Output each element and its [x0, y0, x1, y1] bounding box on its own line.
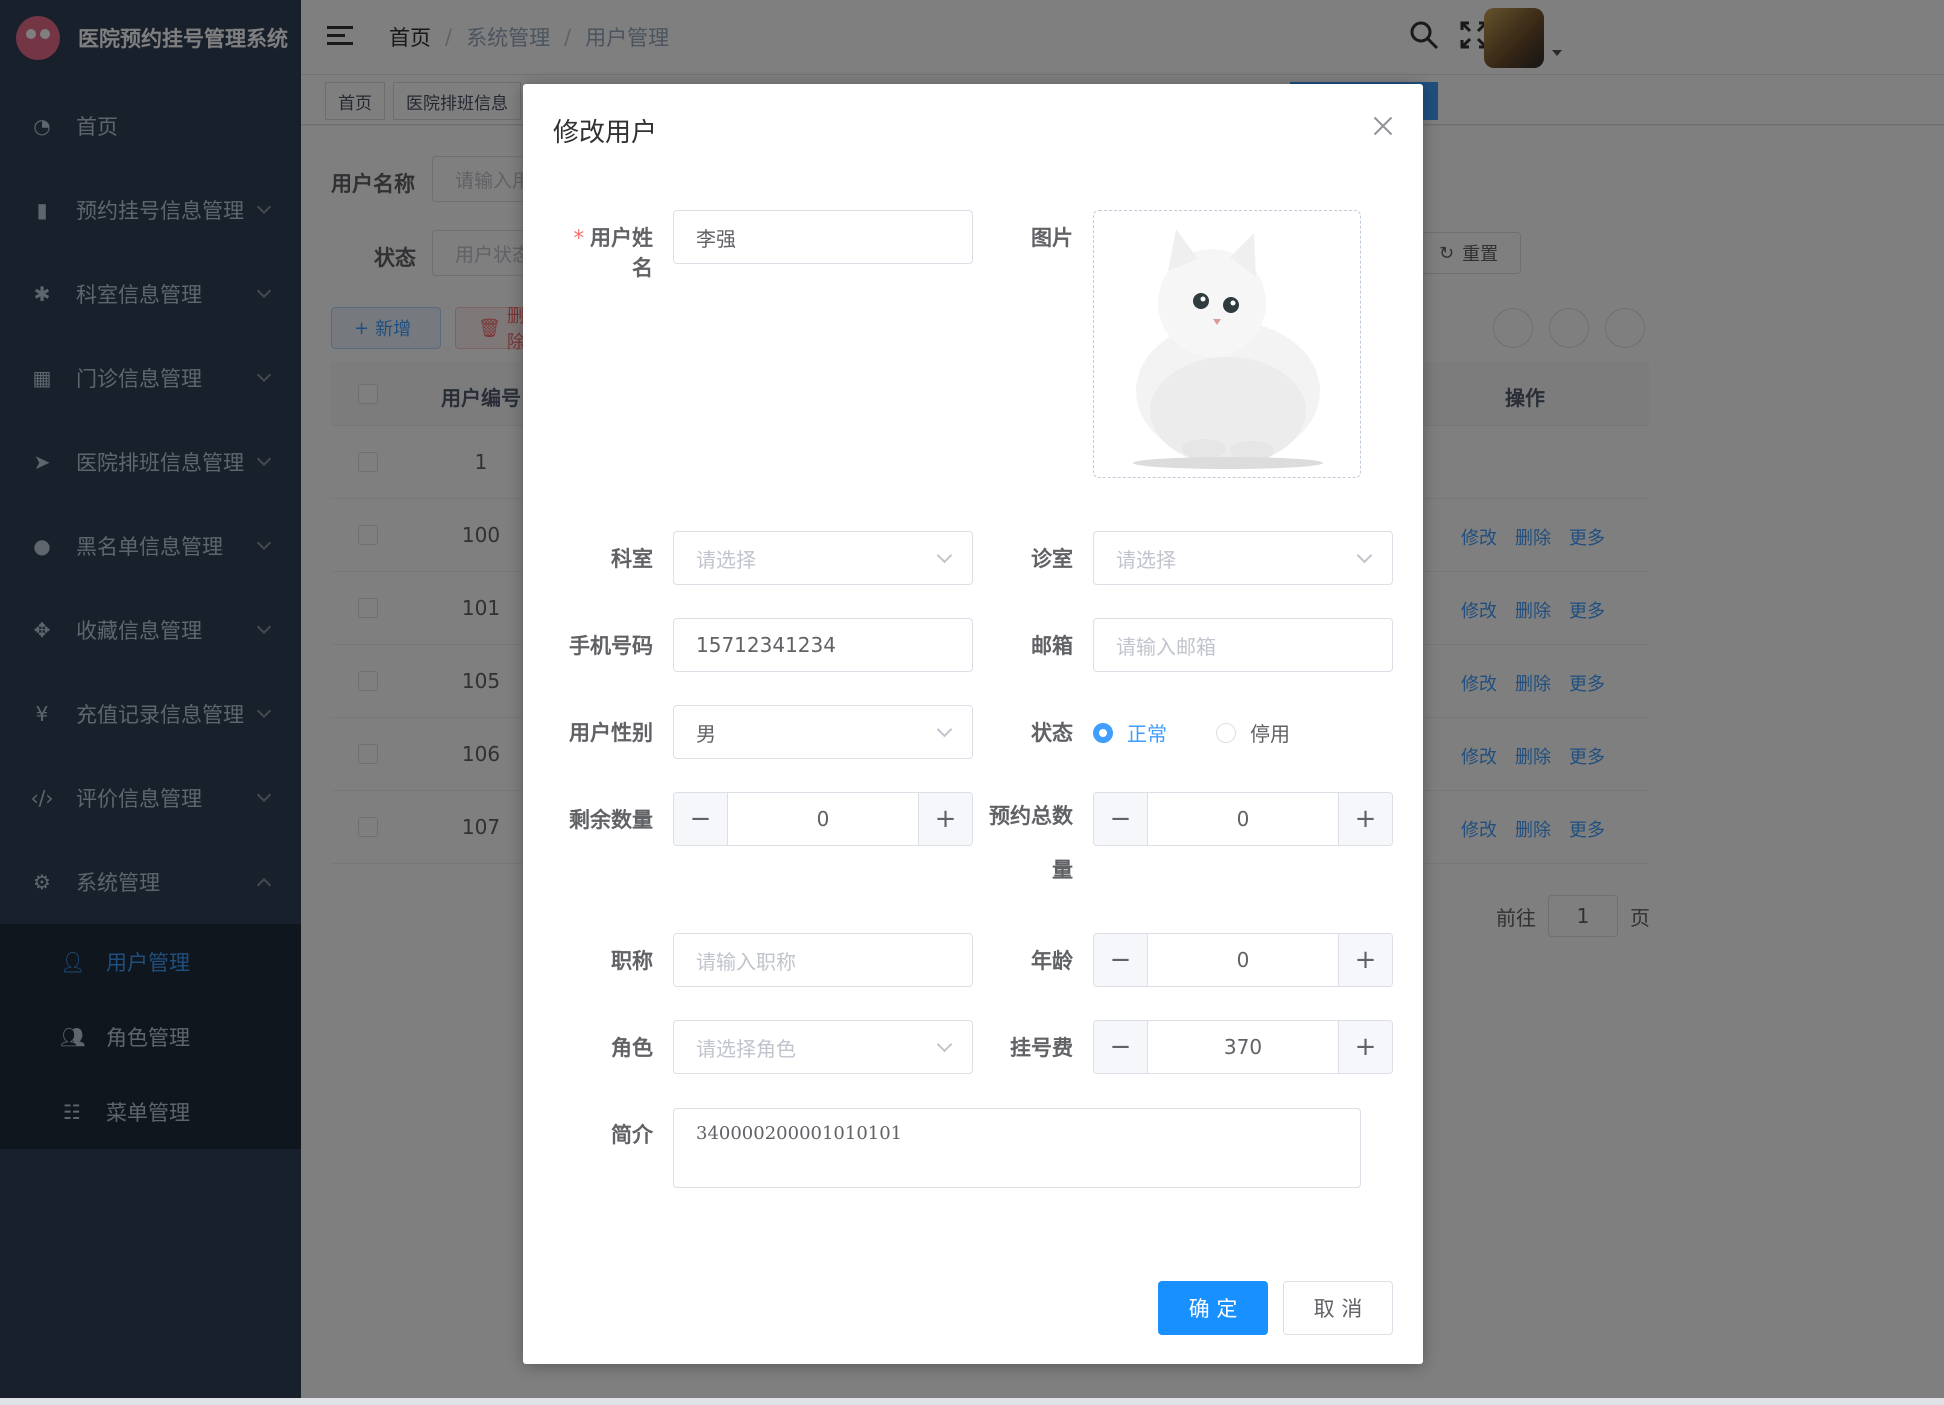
dept-label: 科室 — [553, 543, 653, 573]
job-title-input[interactable]: 请输入职称 — [673, 933, 973, 987]
chevron-down-icon — [936, 1036, 953, 1053]
chevron-down-icon — [936, 547, 953, 564]
name-label: * 用户姓名 — [573, 226, 654, 280]
stepper-value: 370 — [1223, 1035, 1263, 1059]
placeholder: 请选择 — [696, 547, 756, 572]
chevron-down-icon — [1356, 547, 1373, 564]
total-label: 预约总数 量 — [963, 789, 1073, 897]
plus-icon[interactable]: + — [1338, 934, 1392, 986]
radio-label: 停用 — [1250, 722, 1290, 746]
radio-dot — [1093, 722, 1113, 743]
image-label: 图片 — [983, 222, 1073, 252]
total-stepper[interactable]: − 0 + — [1093, 792, 1393, 846]
email-input[interactable]: 请输入邮箱 — [1093, 618, 1393, 672]
name-input[interactable]: 李强 — [673, 210, 973, 264]
select-value: 男 — [696, 721, 716, 746]
email-label: 邮箱 — [963, 630, 1073, 660]
window-bottom-edge — [0, 1398, 1944, 1405]
label-text: 状态 — [1031, 721, 1073, 745]
dialog-title: 修改用户 — [553, 118, 658, 148]
placeholder: 请输入邮箱 — [1116, 634, 1216, 659]
plus-icon[interactable]: + — [1338, 793, 1392, 845]
intro-label: 简介 — [553, 1119, 653, 1149]
cancel-button[interactable]: 取 消 — [1283, 1281, 1393, 1335]
remaining-stepper[interactable]: − 0 + — [673, 792, 973, 846]
placeholder: 请输入职称 — [696, 949, 796, 974]
label-text: 挂号费 — [1010, 1036, 1073, 1060]
label-text: 剩余数量 — [569, 808, 653, 832]
label-text: 手机号码 — [569, 634, 653, 658]
label-text: 量 — [1052, 858, 1073, 882]
label-text: 用户姓名 — [590, 226, 653, 280]
age-label: 年龄 — [963, 945, 1073, 975]
job-title-label: 职称 — [553, 945, 653, 975]
stepper-value: 0 — [816, 807, 830, 831]
phone-input[interactable]: 15712341234 — [673, 618, 973, 672]
status-label: 状态 — [963, 717, 1073, 747]
dept-select[interactable]: 请选择 — [673, 531, 973, 585]
label-text: 角色 — [611, 1036, 653, 1060]
fee-stepper[interactable]: − 370 + — [1093, 1020, 1393, 1074]
gender-label: 用户性别 — [553, 717, 653, 747]
label-text: 简介 — [611, 1123, 653, 1147]
button-label: 取 消 — [1313, 1297, 1363, 1321]
minus-icon[interactable]: − — [1094, 793, 1148, 845]
fee-label: 挂号费 — [963, 1032, 1073, 1062]
chevron-down-icon — [936, 721, 953, 738]
button-label: 确 定 — [1188, 1297, 1238, 1321]
confirm-button[interactable]: 确 定 — [1158, 1281, 1268, 1335]
radio-label: 正常 — [1127, 722, 1167, 746]
minus-icon[interactable]: − — [674, 793, 728, 845]
image-upload[interactable] — [1093, 210, 1361, 478]
placeholder: 请选择角色 — [696, 1036, 796, 1061]
intro-textarea[interactable]: 340000200001010101 — [673, 1108, 1361, 1188]
radio-dot — [1216, 722, 1236, 743]
minus-icon[interactable]: − — [1094, 1021, 1148, 1073]
label-text: 图片 — [1031, 226, 1073, 250]
clinic-label: 诊室 — [963, 543, 1073, 573]
label-text: 邮箱 — [1031, 634, 1073, 658]
role-select[interactable]: 请选择角色 — [673, 1020, 973, 1074]
label-text: 用户性别 — [569, 721, 653, 745]
gender-select[interactable]: 男 — [673, 705, 973, 759]
label-text: 预约总数 — [989, 804, 1073, 828]
stepper-value: 0 — [1236, 948, 1250, 972]
role-label: 角色 — [553, 1032, 653, 1062]
close-icon[interactable] — [1373, 116, 1393, 136]
label-text: 诊室 — [1031, 547, 1073, 571]
input-value: 15712341234 — [696, 633, 836, 657]
remaining-label: 剩余数量 — [553, 804, 653, 834]
label-text: 年龄 — [1031, 949, 1073, 973]
edit-user-dialog: 修改用户 * 用户姓名 李强 图片 科室 请选择 诊室 请选择 手机号码 1571… — [523, 84, 1423, 1364]
cat-photo — [1133, 229, 1323, 469]
label-text: 职称 — [611, 949, 653, 973]
placeholder: 请选择 — [1116, 547, 1176, 572]
minus-icon[interactable]: − — [1094, 934, 1148, 986]
stepper-value: 0 — [1236, 807, 1250, 831]
clinic-select[interactable]: 请选择 — [1093, 531, 1393, 585]
status-radio-disabled[interactable]: 停用 — [1216, 718, 1290, 747]
status-radio-normal[interactable]: 正常 — [1093, 718, 1167, 747]
plus-icon[interactable]: + — [1338, 1021, 1392, 1073]
label-text: 科室 — [611, 547, 653, 571]
input-value: 李强 — [696, 226, 736, 251]
phone-label: 手机号码 — [553, 630, 653, 660]
age-stepper[interactable]: − 0 + — [1093, 933, 1393, 987]
textarea-value: 340000200001010101 — [696, 1123, 903, 1144]
